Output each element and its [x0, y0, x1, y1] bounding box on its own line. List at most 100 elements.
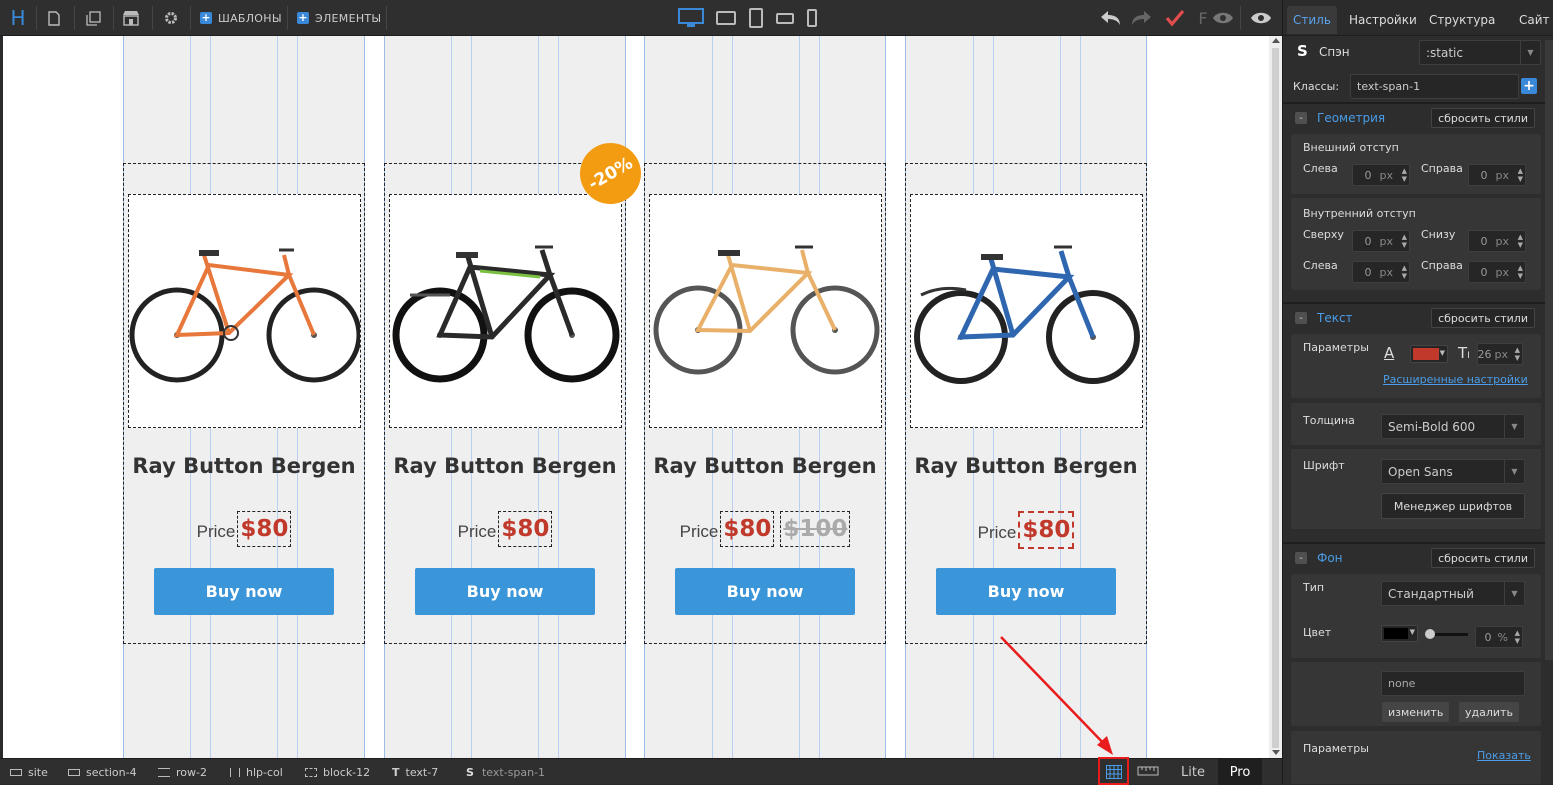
price-label[interactable]: Price — [197, 522, 236, 542]
buy-now-button[interactable]: Buy now — [675, 568, 855, 615]
product-image[interactable] — [910, 194, 1143, 428]
font-weight-select[interactable]: Semi-Bold 600 ▼ — [1381, 414, 1525, 439]
padding-left-input[interactable]: 0 px ▲ ▼ — [1352, 261, 1410, 283]
scroll-up-icon[interactable] — [1272, 38, 1280, 43]
desktop-view-icon[interactable] — [677, 6, 705, 30]
tab-style[interactable]: Стиль — [1287, 6, 1337, 34]
buy-now-button[interactable]: Buy now — [154, 568, 334, 615]
breadcrumb-site[interactable]: site — [10, 764, 48, 780]
scrollbar-thumb[interactable] — [1272, 48, 1279, 748]
undo-icon[interactable] — [1099, 6, 1123, 30]
text-header[interactable]: - Текст сбросить стили — [1291, 305, 1541, 331]
spinner-icon[interactable]: ▲ ▼ — [1402, 167, 1407, 183]
product-card[interactable]: Ray Button Bergen Price $80 $100 Buy now — [644, 163, 886, 644]
reset-geometry-button[interactable]: сбросить стили — [1431, 108, 1535, 128]
product-card[interactable]: Ray Button Bergen Price $80 Buy now — [905, 163, 1147, 644]
font-family-select[interactable]: Open Sans ▼ — [1381, 459, 1525, 484]
geometry-header[interactable]: - Геометрия сбросить стили — [1291, 105, 1541, 131]
spinner-icon[interactable]: ▲ ▼ — [1515, 346, 1520, 362]
padding-top-input[interactable]: 0 px ▲ ▼ — [1352, 230, 1410, 252]
elements-button[interactable]: + ЭЛЕМЕНТЫ — [297, 6, 381, 30]
background-header[interactable]: - Фон сбросить стили — [1291, 545, 1541, 571]
show-params-link[interactable]: Показать — [1477, 749, 1531, 762]
price-label[interactable]: Price — [458, 522, 497, 542]
product-card[interactable]: Ray Button Bergen Price $80 Buy now — [123, 163, 365, 644]
lite-mode-button[interactable]: Lite — [1168, 759, 1218, 785]
tablet-portrait-icon[interactable] — [745, 6, 767, 30]
breadcrumb-span[interactable]: Stext-span-1 — [466, 764, 545, 780]
price-value[interactable]: $80 — [498, 511, 553, 547]
bg-type-select[interactable]: Стандартный ▼ — [1381, 581, 1525, 606]
spinner-icon[interactable]: ▲ ▼ — [1402, 233, 1407, 249]
ruler-icon[interactable] — [1137, 765, 1159, 779]
font-f-icon[interactable]: F — [1196, 6, 1210, 30]
gear-icon[interactable] — [160, 6, 182, 30]
breadcrumb-col[interactable]: hlp-col — [230, 764, 283, 780]
delete-image-button[interactable]: удалить — [1459, 702, 1519, 722]
font-manager-button[interactable]: Менеджер шрифтов — [1381, 493, 1525, 519]
class-input[interactable]: text-span-1 — [1350, 74, 1519, 99]
font-size-input[interactable]: 26 px ▲ ▼ — [1477, 343, 1523, 365]
spinner-icon[interactable]: ▲ ▼ — [1402, 264, 1407, 280]
preview-eye-icon[interactable] — [1210, 6, 1236, 30]
collapse-icon[interactable]: - — [1295, 312, 1307, 324]
product-title[interactable]: Ray Button Bergen — [645, 454, 885, 478]
spinner-icon[interactable]: ▲ ▼ — [1518, 264, 1523, 280]
tab-settings[interactable]: Настройки — [1343, 6, 1423, 34]
breadcrumb-section[interactable]: section-4 — [68, 764, 137, 780]
tab-site[interactable]: Сайт — [1513, 6, 1553, 34]
editor-canvas[interactable]: Ray Button Bergen Price $80 Buy now Ray … — [3, 36, 1269, 758]
logo-icon[interactable]: H — [6, 6, 30, 30]
templates-button[interactable]: + ШАБЛОНЫ — [200, 6, 282, 30]
phone-portrait-icon[interactable] — [803, 6, 821, 30]
change-image-button[interactable]: изменить — [1382, 702, 1450, 722]
old-price-value[interactable]: $100 — [780, 511, 851, 547]
spinner-icon[interactable]: ▲ ▼ — [1515, 629, 1520, 645]
advanced-settings-link[interactable]: Расширенные настройки — [1383, 373, 1528, 386]
product-image[interactable] — [128, 194, 361, 428]
price-label[interactable]: Price — [978, 523, 1017, 543]
price-value-selected[interactable]: $80 — [1018, 511, 1075, 549]
buy-now-button[interactable]: Buy now — [936, 568, 1116, 615]
price-value[interactable]: $80 — [237, 511, 292, 547]
collapse-icon[interactable]: - — [1295, 552, 1307, 564]
margin-right-input[interactable]: 0 px ▲ ▼ — [1468, 164, 1526, 186]
new-page-icon[interactable] — [44, 6, 64, 30]
duplicate-icon[interactable] — [82, 6, 104, 30]
product-title[interactable]: Ray Button Bergen — [385, 454, 625, 478]
view-eye-icon[interactable] — [1248, 6, 1274, 30]
product-image[interactable] — [649, 194, 882, 428]
tablet-landscape-icon[interactable] — [714, 6, 738, 30]
breadcrumb-row[interactable]: row-2 — [158, 764, 207, 780]
price-label[interactable]: Price — [680, 522, 719, 542]
redo-icon[interactable] — [1129, 6, 1153, 30]
opacity-slider[interactable] — [1425, 629, 1468, 639]
panel-scrollbar[interactable] — [1545, 40, 1553, 660]
product-title[interactable]: Ray Button Bergen — [906, 454, 1146, 478]
reset-text-button[interactable]: сбросить стили — [1431, 308, 1535, 328]
canvas-scrollbar[interactable] — [1269, 36, 1282, 758]
price-value[interactable]: $80 — [720, 511, 775, 547]
product-image[interactable] — [389, 194, 622, 428]
text-color-picker[interactable]: ▼ — [1410, 345, 1448, 363]
grid-toggle-button[interactable] — [1098, 757, 1129, 785]
buy-now-button[interactable]: Buy now — [415, 568, 595, 615]
publish-check-icon[interactable] — [1163, 6, 1187, 30]
breadcrumb-block[interactable]: block-12 — [305, 764, 370, 780]
position-select[interactable]: :static ▼ — [1419, 40, 1541, 65]
add-class-button[interactable]: + — [1521, 78, 1537, 94]
collapse-icon[interactable]: - — [1295, 112, 1307, 124]
product-card[interactable]: Ray Button Bergen Price $80 Buy now — [384, 163, 626, 644]
spinner-icon[interactable]: ▲ ▼ — [1518, 167, 1523, 183]
shop-icon[interactable] — [120, 6, 142, 30]
margin-left-input[interactable]: 0 px ▲ ▼ — [1352, 164, 1410, 186]
bg-color-picker[interactable]: ▼ — [1381, 625, 1418, 642]
product-title[interactable]: Ray Button Bergen — [124, 454, 364, 478]
breadcrumb-text[interactable]: Ttext-7 — [392, 764, 438, 780]
padding-right-input[interactable]: 0 px ▲ ▼ — [1468, 261, 1526, 283]
padding-bottom-input[interactable]: 0 px ▲ ▼ — [1468, 230, 1526, 252]
phone-landscape-icon[interactable] — [774, 6, 796, 30]
pro-mode-button[interactable]: Pro — [1218, 759, 1262, 785]
slider-handle[interactable] — [1425, 629, 1435, 639]
bg-image-field[interactable]: none — [1381, 671, 1525, 696]
